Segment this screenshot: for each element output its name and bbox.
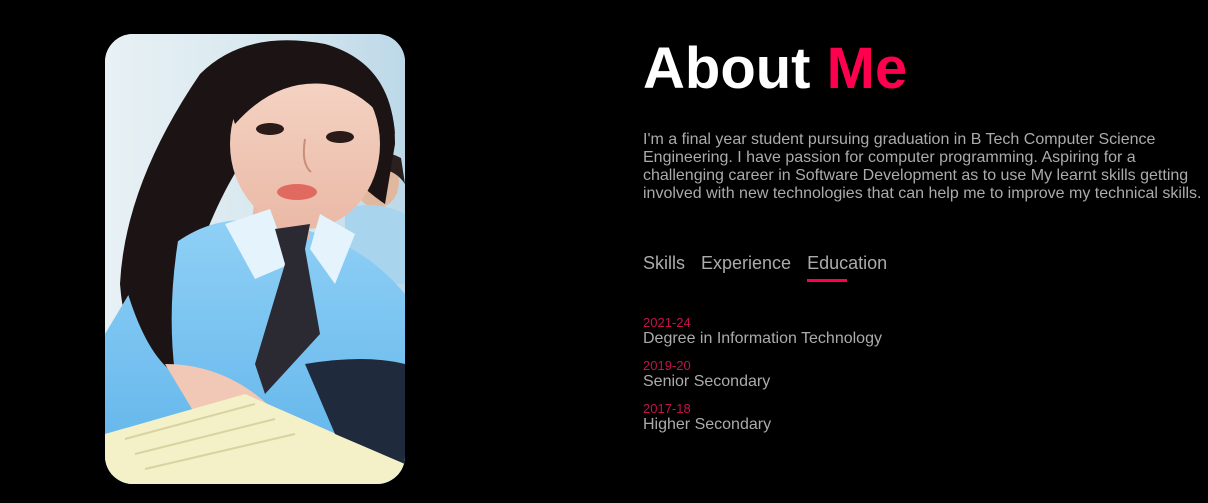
page-title: About Me [643, 36, 1208, 102]
list-item: 2017-18 Higher Secondary [643, 401, 882, 434]
about-section: About Me [643, 36, 1208, 102]
education-year: 2021-24 [643, 315, 691, 330]
education-degree: Degree in Information Technology [643, 330, 882, 347]
education-year: 2017-18 [643, 401, 691, 416]
education-list: 2021-24 Degree in Information Technology… [643, 315, 882, 444]
title-main: About [643, 36, 811, 101]
title-accent: Me [826, 36, 908, 101]
intro-text: I'm a final year student pursuing gradua… [643, 131, 1202, 202]
education-degree: Senior Secondary [643, 373, 771, 390]
profile-photo [105, 34, 405, 484]
education-degree: Higher Secondary [643, 416, 772, 433]
tab-experience[interactable]: Experience [701, 252, 791, 274]
profile-photo-illustration [105, 34, 405, 484]
tab-education[interactable]: Education [807, 252, 887, 282]
list-item: 2021-24 Degree in Information Technology [643, 315, 882, 348]
list-item: 2019-20 Senior Secondary [643, 358, 882, 391]
tab-skills[interactable]: Skills [643, 252, 685, 274]
tab-bar: Skills Experience Education [643, 252, 887, 282]
education-year: 2019-20 [643, 358, 691, 373]
